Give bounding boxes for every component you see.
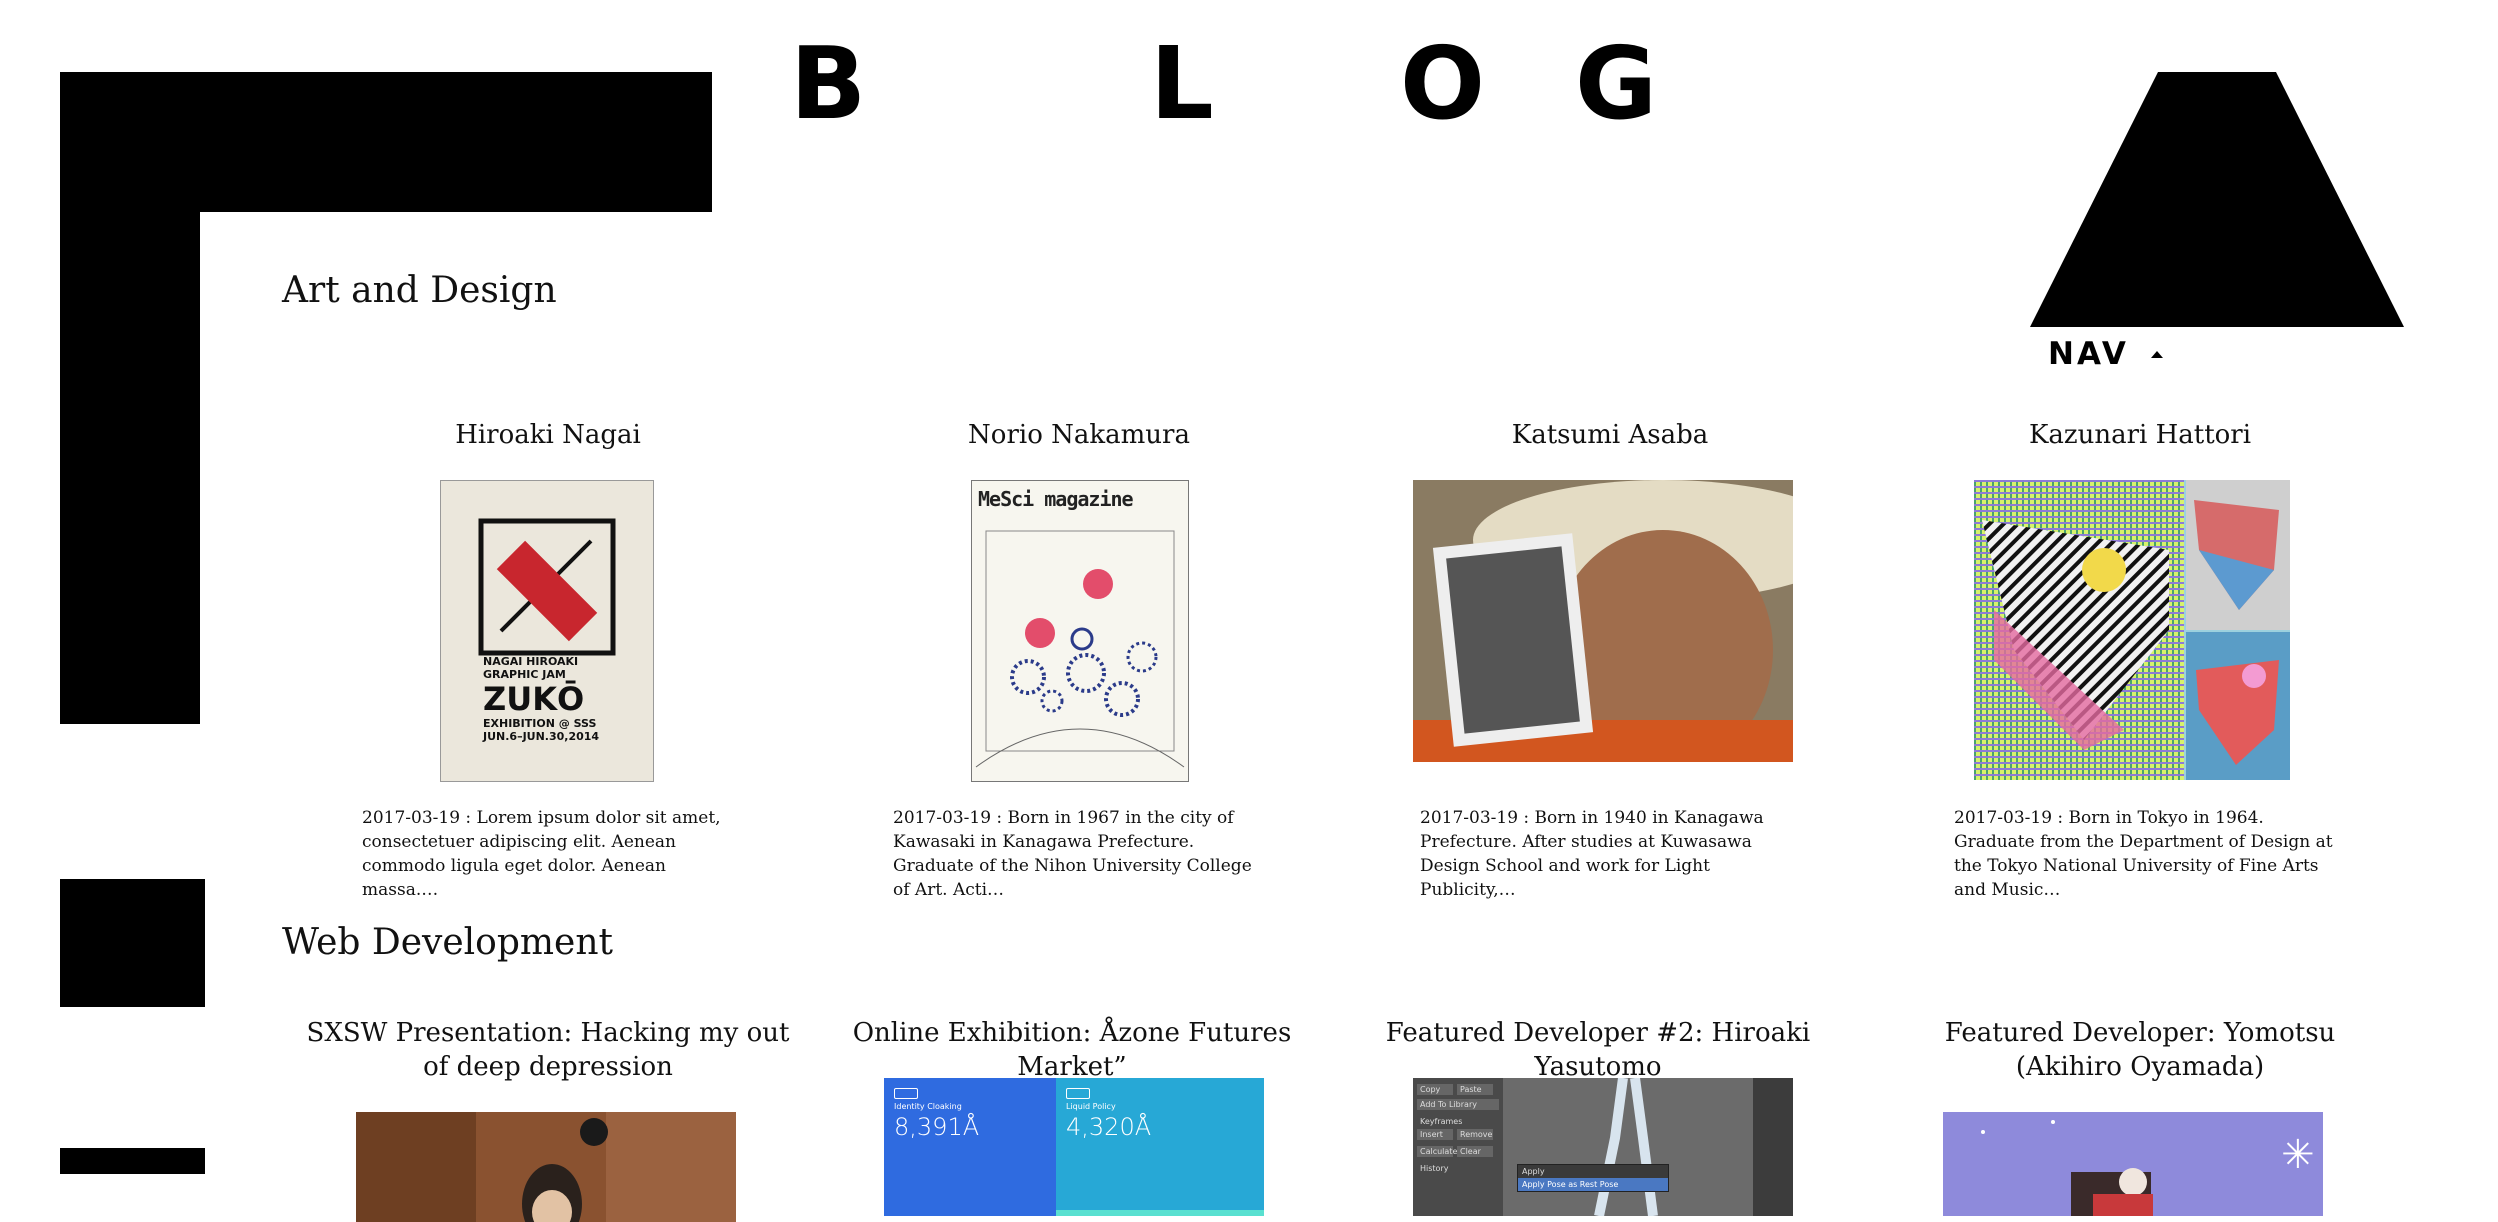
post-thumbnail[interactable]: [1413, 480, 1793, 762]
logo-letter: B: [790, 25, 867, 142]
post-thumbnail[interactable]: MeSci magazine: [971, 480, 1189, 782]
logo-letter: L: [1150, 25, 1214, 142]
thumb-text: JUN.6–JUN.30,2014: [483, 730, 600, 743]
thumb-text: Clear: [1457, 1146, 1493, 1157]
decorative-square: [60, 879, 205, 1007]
thumb-text: History: [1420, 1164, 1449, 1173]
post-card[interactable]: Featured Developer: Yomotsu (Akihiro Oya…: [1890, 1016, 2390, 1216]
section-title-web-development: Web Development: [282, 922, 613, 963]
post-thumbnail[interactable]: Identity Cloaking 8,391Å Liquid Policy 4…: [884, 1078, 1264, 1216]
nav-triangle-icon[interactable]: [2030, 72, 2404, 327]
post-card[interactable]: Online Exhibition: Åzone Futures Market”…: [822, 1016, 1322, 1216]
post-excerpt: 2017-03-19 : Born in 1967 in the city of…: [893, 808, 1252, 900]
post-thumbnail[interactable]: NAGAI HIROAKI GRAPHIC JAM ZUKŌ EXHIBITIO…: [440, 480, 654, 782]
post-thumbnail[interactable]: [356, 1112, 736, 1222]
post-card[interactable]: Katsumi Asaba 2017-03-19 : Born in 1940 …: [1360, 418, 1860, 900]
thumb-text: ZUKŌ: [483, 680, 585, 718]
logo-letter: G: [1575, 25, 1658, 142]
thumb-text: EXHIBITION @ SSS: [483, 717, 597, 730]
thumb-text: Apply: [1522, 1167, 1545, 1176]
post-card[interactable]: Kazunari Hattori 2017-03-19: Born in To…: [1890, 418, 2390, 900]
thumb-text: Apply Pose as Rest Pose: [1518, 1178, 1668, 1191]
thumb-text: NAGAI HIROAKI: [483, 655, 579, 668]
thumb-text: Paste: [1457, 1084, 1493, 1095]
thumb-text: Identity Cloaking: [894, 1102, 962, 1111]
post-card[interactable]: Featured Developer #2: Hiroaki Yasutomo …: [1348, 1016, 1848, 1216]
logo-letter: O: [1400, 25, 1486, 142]
post-excerpt: 2017-03-19 : Born in 1940 in Kanagawa Pr…: [1420, 808, 1764, 900]
post-thumbnail[interactable]: Copy Paste Add To Library Keyframes Inse…: [1413, 1078, 1793, 1216]
decorative-bar: [60, 1148, 205, 1174]
svg-text:✳: ✳: [2281, 1132, 2315, 1178]
thumb-text: 4,320Å: [1066, 1113, 1152, 1141]
nav-toggle-button[interactable]: NAV: [2048, 334, 2163, 374]
thumb-text: Add To Library: [1417, 1099, 1499, 1110]
thumb-text: Copy: [1417, 1084, 1453, 1095]
decorative-block-side: [60, 72, 200, 724]
post-card[interactable]: Norio Nakamura MeSci magazine 2017-03-19…: [829, 418, 1329, 900]
thumb-text: Liquid Policy: [1066, 1102, 1116, 1111]
post-title[interactable]: Featured Developer: Yomotsu (Akihiro Oya…: [1890, 1016, 2390, 1088]
post-card[interactable]: SXSW Presentation: Hacking my out of dee…: [298, 1016, 798, 1222]
post-thumbnail[interactable]: ✳: [1943, 1112, 2323, 1216]
post-thumbnail[interactable]: [1974, 480, 2290, 780]
nav-label: NAV: [2048, 336, 2129, 372]
thumb-text: Remove: [1457, 1129, 1493, 1140]
post-title[interactable]: SXSW Presentation: Hacking my out of dee…: [298, 1016, 798, 1088]
thumb-text: Calculate: [1417, 1146, 1457, 1157]
thumb-text: 8,391Å: [894, 1113, 980, 1141]
section-title-art-design: Art and Design: [282, 270, 557, 311]
caret-up-icon: [2150, 350, 2163, 358]
post-card[interactable]: Hiroaki Nagai NAGAI HIROAKI GRAPHIC JAM …: [298, 418, 798, 900]
thumb-text: Keyframes: [1420, 1117, 1463, 1126]
post-excerpt: 2017-03-19 : Born in Tokyo in 1964. Grad…: [1954, 808, 2333, 900]
thumb-text: Insert: [1417, 1129, 1453, 1140]
post-excerpt: 2017-03-19 : Lorem ipsum dolor sit amet,…: [362, 808, 721, 900]
